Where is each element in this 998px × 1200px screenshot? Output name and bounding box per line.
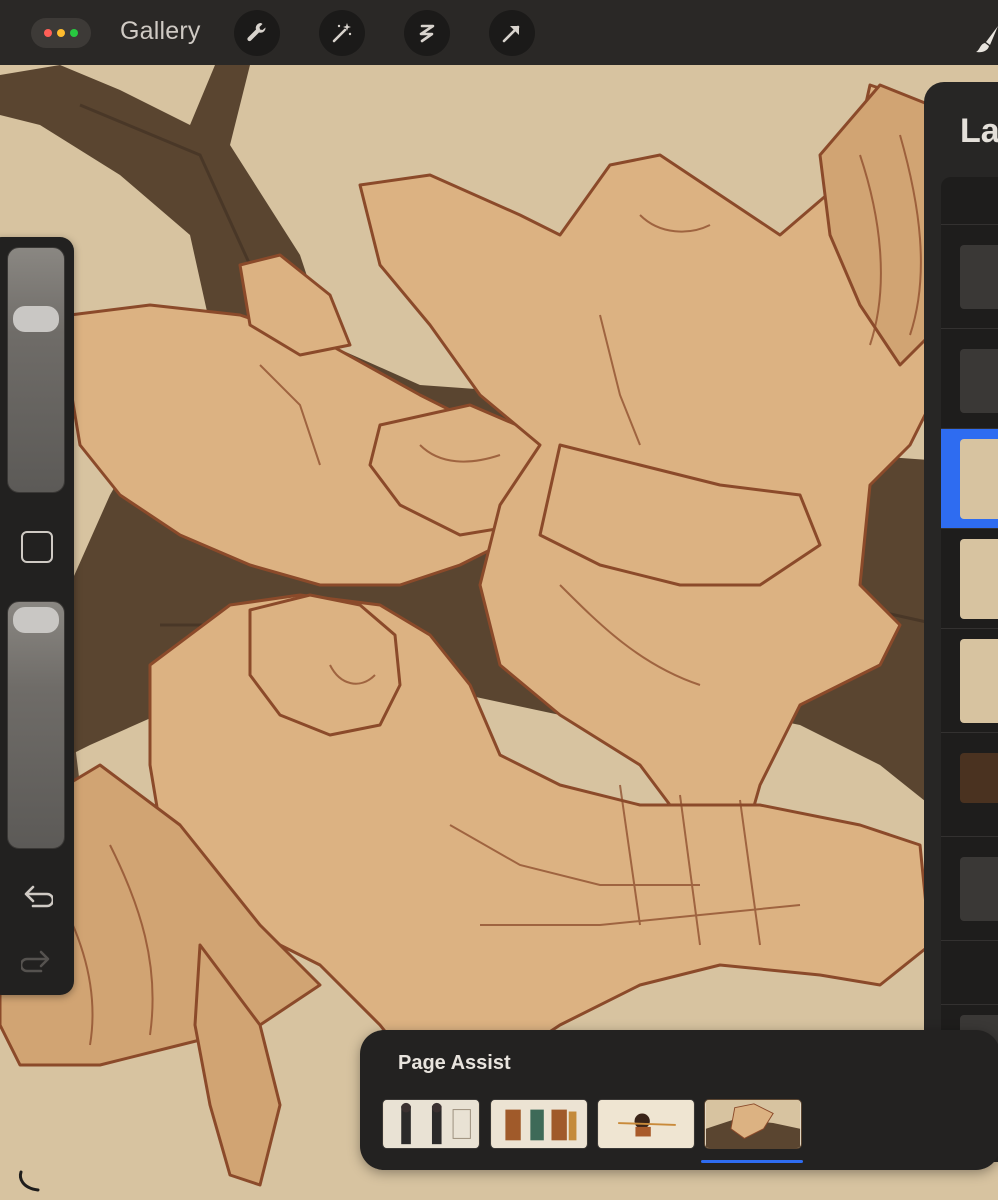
zoom-dot-icon[interactable] [70,29,78,37]
opacity-slider[interactable] [7,601,65,849]
page-assist-title: Page Assist [398,1052,511,1074]
gallery-button[interactable]: Gallery [120,17,201,46]
layer-row[interactable] [941,529,998,629]
undo-icon[interactable] [21,882,53,910]
layer-row[interactable] [941,733,998,837]
page-thumbnail-4[interactable] [704,1099,802,1149]
brush-size-slider-thumb[interactable] [13,306,59,332]
page-thumbnail-3[interactable] [597,1099,695,1149]
transform-arrow-icon [502,25,520,43]
selection-icon [419,24,435,43]
window-controls[interactable] [31,18,91,48]
left-sidebar [0,237,74,995]
minimize-dot-icon[interactable] [57,29,65,37]
page-thumbnail-1[interactable] [382,1099,480,1149]
wrench-icon [247,22,266,42]
quickshape-gesture-icon [19,1170,40,1192]
magic-wand-icon [332,23,352,43]
brush-icon[interactable] [976,24,998,54]
procreate-app: Gallery La Page Assist [0,0,998,1200]
layer-row[interactable] [941,629,998,733]
selection-button[interactable] [404,10,450,56]
page-assist-panel: Page Assist [360,1030,998,1170]
page-thumbnail-2[interactable] [490,1099,588,1149]
brush-size-slider[interactable] [7,247,65,493]
layers-list [941,177,998,1137]
actions-button[interactable] [234,10,280,56]
modify-button[interactable] [21,531,53,563]
layer-row[interactable] [941,225,998,329]
top-toolbar: Gallery [0,0,998,65]
layers-title: La [960,112,998,150]
opacity-slider-thumb[interactable] [13,607,59,633]
layer-group-header[interactable] [941,177,998,225]
layer-row-selected[interactable] [941,429,998,529]
active-page-indicator [701,1160,803,1163]
adjustments-button[interactable] [319,10,365,56]
layer-row[interactable] [941,837,998,941]
redo-icon[interactable] [21,947,53,975]
layers-panel: La [924,82,998,1162]
transform-button[interactable] [489,10,535,56]
layer-group-header[interactable] [941,941,998,1005]
layer-row[interactable] [941,329,998,429]
close-dot-icon[interactable] [44,29,52,37]
